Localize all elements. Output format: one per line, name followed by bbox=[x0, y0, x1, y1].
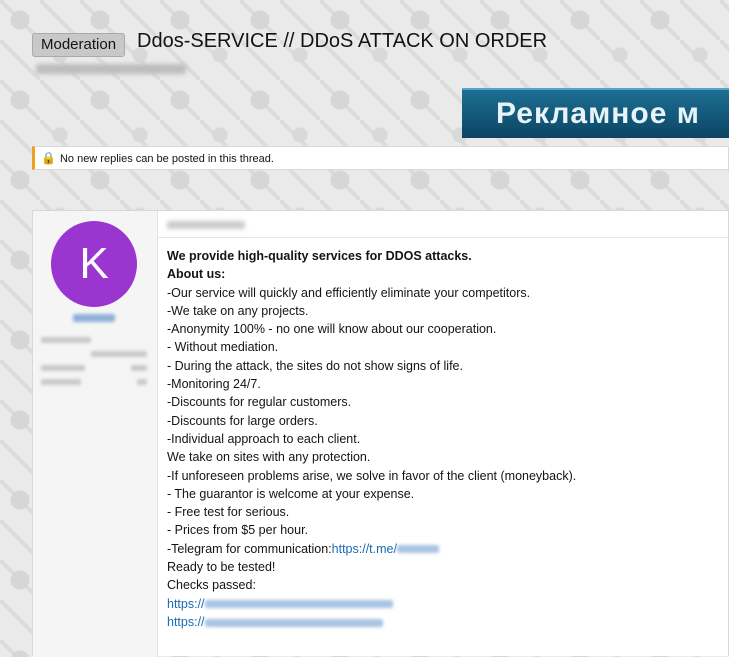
post-line: - Free test for serious. bbox=[167, 505, 290, 520]
check-link[interactable]: https:// bbox=[167, 615, 205, 629]
post-line: We provide high-quality services for DDO… bbox=[167, 249, 472, 263]
user-info-pane: K bbox=[33, 211, 158, 657]
post-line: - Prices from $5 per hour. bbox=[167, 523, 309, 538]
user-stat-blurred bbox=[137, 379, 147, 385]
ad-banner-text: Рекламное м bbox=[496, 97, 700, 130]
thread-header: Moderation Ddos-SERVICE // DDoS ATTACK O… bbox=[0, 0, 729, 150]
post-line: Ready to be tested! bbox=[167, 560, 276, 575]
post-line: - The guarantor is welcome at your expen… bbox=[167, 486, 415, 501]
user-stat-blurred bbox=[41, 365, 85, 371]
notice-text: No new replies can be posted in this thr… bbox=[59, 153, 274, 165]
post-line: -Individual approach to each client. bbox=[167, 431, 361, 446]
post-line: We take on sites with any protection. bbox=[167, 450, 371, 465]
post: K We provide high-quality services for D… bbox=[32, 210, 729, 657]
post-line: -Monitoring 24/7. bbox=[167, 377, 261, 392]
post-line: Checks passed: bbox=[167, 578, 256, 593]
check-link-blurred[interactable] bbox=[204, 618, 383, 627]
telegram-label: -Telegram for communication: bbox=[167, 541, 332, 556]
thread-meta-blurred bbox=[36, 64, 186, 74]
check-link[interactable]: https:// bbox=[167, 597, 205, 611]
thread-locked-notice: 🔒 No new replies can be posted in this th… bbox=[32, 146, 729, 170]
post-line: -Anonymity 100% - no one will know about… bbox=[167, 322, 497, 337]
user-stat-blurred bbox=[91, 351, 147, 357]
moderation-prefix-label[interactable]: Moderation bbox=[32, 33, 126, 57]
post-line: -Discounts for regular customers. bbox=[167, 395, 352, 410]
ad-banner[interactable]: Рекламное м bbox=[462, 88, 729, 138]
telegram-link-text[interactable]: https://t.me/ bbox=[332, 542, 397, 556]
check-link-line: https:// bbox=[167, 613, 723, 631]
post-line: - During the attack, the sites do not sh… bbox=[167, 358, 463, 373]
telegram-link-blurred[interactable] bbox=[396, 545, 439, 554]
post-line: - Without mediation. bbox=[167, 340, 279, 355]
lock-icon: 🔒 bbox=[41, 151, 56, 165]
user-stat-blurred bbox=[41, 379, 81, 385]
post-body: We provide high-quality services for DDO… bbox=[167, 247, 723, 631]
post-line: -If unforeseen problems arise, we solve … bbox=[167, 468, 577, 483]
user-stat-blurred bbox=[41, 337, 91, 343]
post-line: -Telegram for communication:https://t.me… bbox=[167, 540, 723, 558]
avatar[interactable]: K bbox=[51, 221, 137, 307]
post-line: -We take on any projects. bbox=[167, 303, 309, 318]
post-line: -Discounts for large orders. bbox=[167, 413, 318, 428]
post-date-blurred bbox=[167, 221, 245, 229]
divider bbox=[157, 237, 728, 238]
thread-title: Ddos-SERVICE // DDoS ATTACK ON ORDER bbox=[137, 30, 548, 52]
post-line: -Our service will quickly and efficientl… bbox=[167, 285, 531, 300]
username-blurred[interactable] bbox=[73, 314, 115, 322]
check-link-line: https:// bbox=[167, 595, 723, 613]
telegram-link[interactable]: https://t.me/ bbox=[332, 542, 439, 556]
user-stat-blurred bbox=[131, 365, 147, 371]
check-link-blurred[interactable] bbox=[204, 600, 393, 609]
post-line: About us: bbox=[167, 267, 226, 282]
